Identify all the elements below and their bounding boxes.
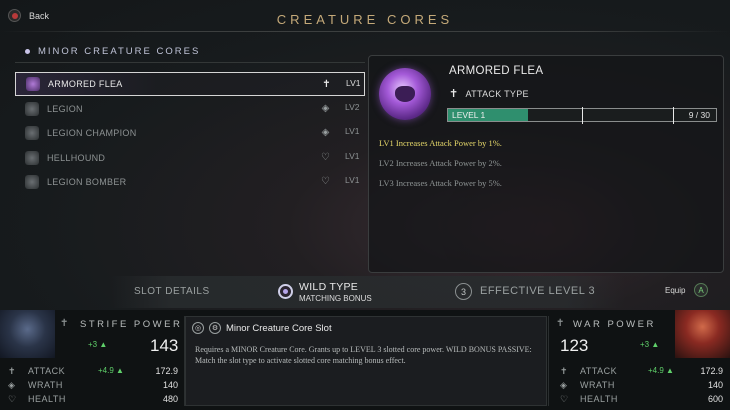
core-thumbnail [25, 101, 39, 116]
strife-attack-bonus-value: +4.9 [98, 366, 114, 375]
slot-info-title: ◎ ⚙ Minor Creature Core Slot [192, 322, 332, 334]
wild-type-icon: ◈ [321, 102, 330, 114]
list-item-label: LEGION BOMBER [47, 177, 127, 187]
divider [548, 316, 549, 406]
strife-wrath-value: 140 [162, 380, 178, 390]
strife-power-title: STRIFE POWER [80, 319, 183, 330]
level-effect-2: LV2 Increases Attack Power by 2%. [379, 158, 502, 168]
equip-label: Equip [665, 286, 686, 295]
list-item-level: LV1 [345, 126, 360, 136]
core-thumbnail [25, 175, 39, 189]
strife-portrait [0, 310, 55, 358]
war-power-bonus: +3 ▲ [640, 340, 660, 349]
core-thumbnail [25, 150, 39, 165]
health-type-icon: ♡ [321, 151, 330, 163]
war-health-value: 600 [707, 394, 723, 404]
war-bonus-value: +3 [640, 340, 650, 349]
effective-level-icon: 3 [455, 283, 472, 300]
war-attack-bonus-value: +4.9 [648, 366, 664, 375]
attack-stat-icon: ✝ [8, 366, 16, 376]
war-health-label: HEALTH [580, 394, 618, 404]
strife-wrath-label: WRATH [28, 380, 63, 390]
slot-info-title-label: Minor Creature Core Slot [226, 322, 332, 334]
effective-level-tab[interactable]: EFFECTIVE LEVEL 3 [480, 285, 595, 297]
wild-type-icon [278, 284, 293, 299]
strife-power-icon: ✝ [60, 318, 69, 329]
level-effects: LV1 Increases Attack Power by 1%. LV2 In… [379, 138, 502, 198]
wild-type-label: WILD TYPE [299, 281, 359, 293]
list-item-label: LEGION CHAMPION [47, 128, 137, 138]
war-attack-bonus: +4.9 ▲ [648, 366, 674, 375]
health-stat-icon: ♡ [560, 394, 569, 404]
wrath-stat-icon: ◈ [8, 380, 15, 390]
strife-health-label: HEALTH [28, 394, 66, 404]
health-type-icon: ♡ [321, 176, 330, 187]
level-tick [673, 107, 674, 124]
list-heading-label: MINOR CREATURE CORES [38, 45, 201, 57]
level-tick [582, 107, 583, 124]
strife-attack-bonus: +4.9 ▲ [98, 366, 124, 375]
slot-info-text: Requires a MINOR Creature Core. Grants u… [195, 345, 532, 366]
war-attack-label: ATTACK [580, 366, 618, 376]
level-effect-3: LV3 Increases Attack Power by 5%. [379, 178, 502, 188]
level-effect-1: LV1 Increases Attack Power by 1%. [379, 138, 502, 148]
strife-power-bonus: +3 ▲ [88, 340, 108, 349]
slot-bar: SLOT DETAILS WILD TYPE MATCHING BONUS 3 … [110, 276, 625, 308]
war-portrait [675, 310, 730, 358]
creature-core-image [379, 68, 431, 120]
war-wrath-value: 140 [707, 380, 723, 390]
core-list: ARMORED FLEA ✝ LV1 LEGION ◈ LV2 LEGION C… [15, 72, 365, 194]
wild-type-icon: ◈ [321, 127, 330, 138]
list-item-label: LEGION [47, 103, 83, 114]
detail-type-label: ATTACK TYPE [465, 88, 529, 99]
attack-type-icon: ✝ [322, 79, 331, 90]
strife-power-value: 143 [150, 336, 179, 355]
slot-info-box: ◎ ⚙ Minor Creature Core Slot Requires a … [185, 316, 547, 406]
core-detail-panel: ARMORED FLEA ✝ ATTACK TYPE LEVEL 1 9 / 3… [368, 55, 724, 273]
war-power-icon: ✝ [556, 318, 565, 329]
list-item-level: LV1 [345, 150, 360, 161]
strife-attack-label: ATTACK [28, 366, 66, 376]
info-icon: ◎ [192, 322, 204, 334]
detail-core-name: ARMORED FLEA [449, 65, 544, 77]
core-slot-icon: ⚙ [209, 322, 221, 334]
strife-attack-value: 172.9 [155, 366, 178, 376]
page-title: CREATURE CORES [276, 12, 454, 27]
attack-stat-icon: ✝ [560, 366, 568, 376]
level-label: LEVEL 1 [452, 110, 486, 120]
header-divider [0, 31, 730, 32]
health-stat-icon: ♡ [8, 394, 17, 404]
list-heading: MINOR CREATURE CORES [15, 40, 365, 62]
wrath-stat-icon: ◈ [560, 380, 567, 390]
list-item-legion-champion[interactable]: LEGION CHAMPION ◈ LV1 [15, 121, 365, 145]
list-item-level: LV1 [346, 78, 361, 88]
core-thumbnail [26, 77, 40, 91]
list-divider [15, 62, 365, 63]
war-attack-value: 172.9 [700, 366, 723, 376]
war-wrath-label: WRATH [580, 380, 615, 390]
matching-bonus-label: MATCHING BONUS [299, 294, 372, 303]
equip-button[interactable]: A [694, 283, 708, 297]
list-item-level: LV1 [345, 175, 360, 185]
core-thumbnail [25, 126, 39, 140]
list-item-label: ARMORED FLEA [48, 79, 123, 89]
level-count: 9 / 30 [688, 110, 710, 120]
slot-details-tab[interactable]: SLOT DETAILS [134, 286, 210, 297]
list-item-level: LV2 [345, 101, 360, 112]
detail-core-type: ✝ ATTACK TYPE [449, 87, 529, 100]
attack-type-icon: ✝ [449, 88, 459, 100]
strife-bonus-value: +3 [88, 340, 98, 349]
bullet-icon [25, 48, 30, 54]
list-item-hellhound[interactable]: HELLHOUND ♡ LV1 [15, 146, 365, 170]
core-list-panel: MINOR CREATURE CORES ARMORED FLEA ✝ LV1 … [15, 40, 365, 270]
strife-health-value: 480 [162, 394, 178, 404]
war-power-value: 123 [560, 336, 589, 355]
war-power-title: WAR POWER [573, 319, 656, 330]
level-progress-bar: LEVEL 1 9 / 30 [447, 107, 717, 124]
list-item-label: HELLHOUND [47, 152, 106, 163]
divider [184, 316, 185, 406]
list-item-legion-bomber[interactable]: LEGION BOMBER ♡ LV1 [15, 170, 365, 194]
list-item-legion[interactable]: LEGION ◈ LV2 [15, 97, 365, 121]
list-item-armored-flea[interactable]: ARMORED FLEA ✝ LV1 [15, 72, 365, 96]
